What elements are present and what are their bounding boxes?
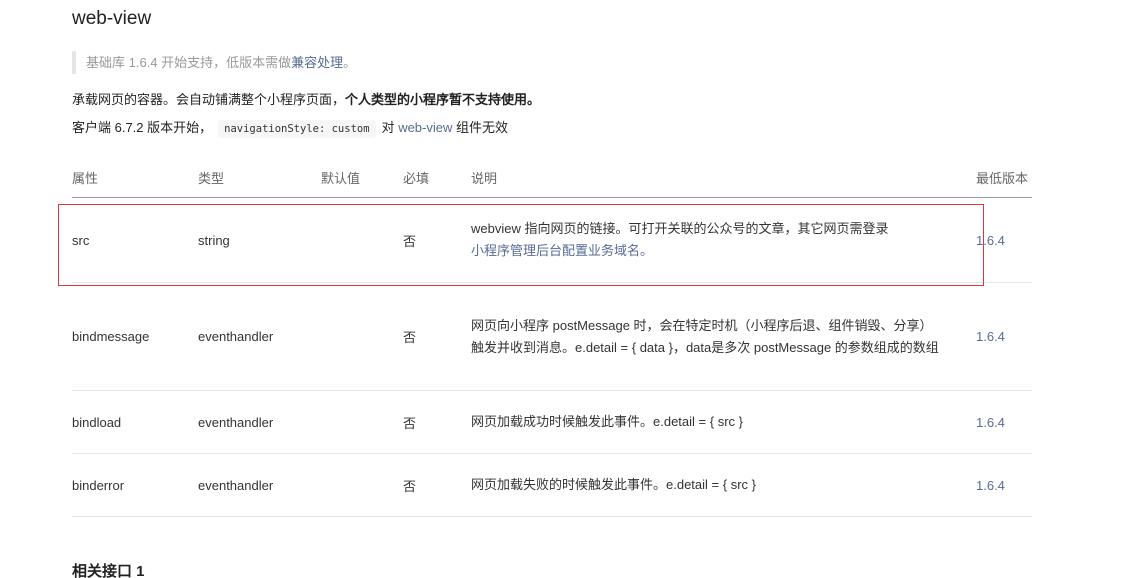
cell-attribute: bindload: [72, 414, 122, 430]
support-note-suffix: 。: [343, 55, 357, 70]
client-version-suffix: 组件无效: [456, 120, 509, 135]
page-title: web-view: [72, 8, 152, 29]
cell-required: 否: [403, 478, 417, 494]
header-attribute: 属性: [72, 171, 99, 186]
cell-min-version: 1.6.4: [976, 329, 1005, 344]
related-api-heading: 相关接口 1: [72, 563, 145, 578]
cell-min-version: 1.6.4: [976, 414, 1005, 430]
cell-type: eventhandler: [198, 477, 274, 493]
cell-min-version: 1.6.4: [976, 232, 1005, 248]
table-row: bindmessage eventhandler 否 网页向小程序 postMe…: [72, 283, 1032, 391]
cell-type: eventhandler: [198, 329, 274, 344]
support-note-text: 基础库 1.6.4 开始支持，低版本需做: [86, 55, 292, 70]
header-min-version: 最低版本: [976, 171, 1029, 186]
web-view-link[interactable]: web-view: [398, 120, 452, 135]
domain-config-link[interactable]: 小程序管理后台配置业务域名。: [471, 243, 653, 258]
cell-type: string: [198, 232, 230, 248]
cell-attribute: binderror: [72, 477, 125, 493]
cell-description: 网页向小程序 postMessage 时，会在特定时机（小程序后退、组件销毁、分…: [471, 317, 939, 355]
description-text: webview 指向网页的链接。可打开关联的公众号的文章，其它网页需登录: [471, 221, 889, 236]
client-version-mid: 对: [381, 120, 395, 135]
doc-page: web-view 基础库 1.6.4 开始支持，低版本需做兼容处理。 承载网页的…: [0, 0, 1124, 578]
cell-required: 否: [403, 415, 417, 431]
table-row: bindload eventhandler 否 网页加载成功时候触发此事件。e.…: [72, 391, 1032, 454]
table-row: src string 否 webview 指向网页的链接。可打开关联的公众号的文…: [72, 198, 1032, 283]
cell-description: 网页加载成功时候触发此事件。e.detail = { src }: [471, 414, 743, 429]
component-description: 承载网页的容器。会自动铺满整个小程序页面，个人类型的小程序暂不支持使用。: [72, 90, 540, 110]
cell-type: eventhandler: [198, 414, 274, 430]
support-note: 基础库 1.6.4 开始支持，低版本需做兼容处理。: [72, 51, 356, 74]
header-type: 类型: [198, 171, 225, 186]
table-row: binderror eventhandler 否 网页加载失败的时候触发此事件。…: [72, 454, 1032, 517]
compat-link[interactable]: 兼容处理: [291, 55, 343, 70]
cell-required: 否: [403, 330, 417, 345]
header-default: 默认值: [321, 171, 361, 186]
header-description: 说明: [471, 171, 498, 186]
client-version-note: 客户端 6.7.2 版本开始， navigationStyle: custom 对 …: [72, 118, 508, 139]
description-bold: 个人类型的小程序暂不支持使用。: [345, 92, 541, 107]
cell-description: webview 指向网页的链接。可打开关联的公众号的文章，其它网页需登录 小程序…: [471, 198, 941, 282]
cell-required: 否: [403, 233, 417, 249]
cell-attribute: src: [72, 232, 90, 248]
cell-description: 网页加载失败的时候触发此事件。e.detail = { src }: [471, 477, 756, 492]
cell-attribute: bindmessage: [72, 329, 150, 344]
description-text: 承载网页的容器。会自动铺满整个小程序页面，: [72, 92, 346, 107]
header-required: 必填: [403, 171, 430, 186]
cell-min-version: 1.6.4: [976, 477, 1005, 493]
client-version-prefix: 客户端 6.7.2 版本开始，: [72, 120, 213, 135]
table-header: 属性 类型 默认值 必填 说明 最低版本: [72, 160, 1032, 198]
attribute-table: 属性 类型 默认值 必填 说明 最低版本 src string 否 webvie…: [72, 160, 1032, 517]
inline-code: navigationStyle: custom: [218, 120, 376, 138]
